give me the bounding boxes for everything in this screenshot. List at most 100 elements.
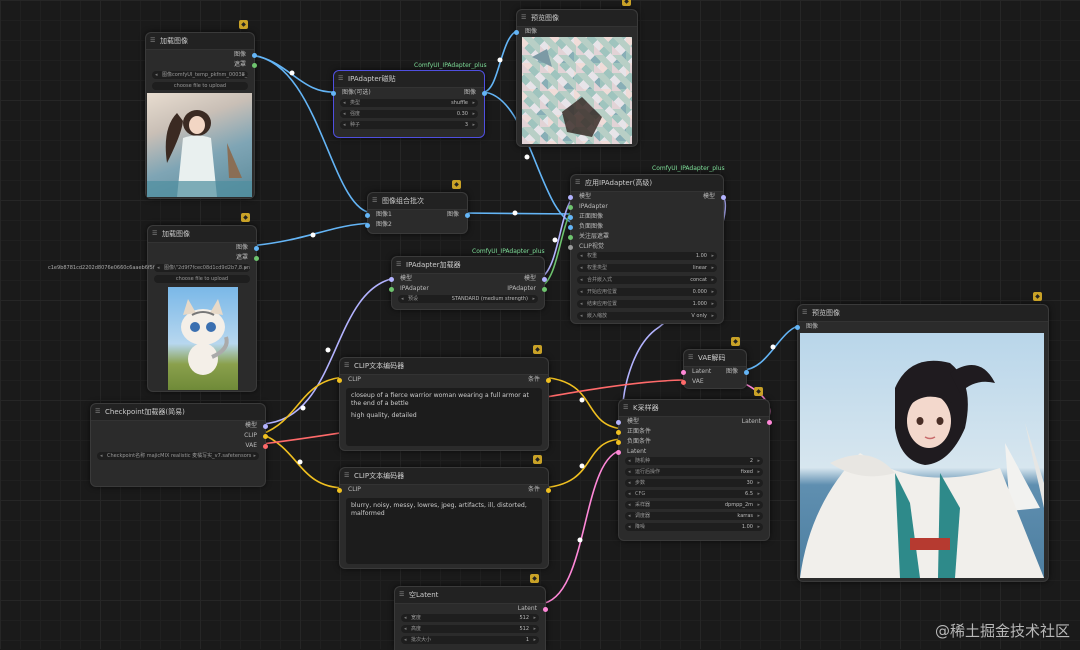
widget-strength[interactable]: 强度0.30 — [340, 110, 478, 118]
input-model[interactable]: 模型 模型 — [568, 192, 726, 202]
output-vae[interactable]: VAE — [91, 441, 268, 451]
input-latent[interactable]: Latent 图像 — [681, 367, 749, 377]
output-model[interactable]: 模型 — [91, 421, 268, 431]
input-model[interactable]: 模型 Latent — [616, 417, 772, 427]
node-title: IPAdapter加载器 — [392, 257, 544, 274]
generated-image-preview — [800, 333, 1044, 578]
input-latent[interactable]: Latent — [616, 447, 769, 457]
loaded-image-preview — [147, 93, 252, 197]
preview-image-node-2[interactable]: ◆ 预览图像 图像 — [795, 292, 1049, 582]
widget-type[interactable]: 类型shuffle — [340, 99, 478, 107]
io-clip[interactable]: CLIP 条件 — [337, 375, 551, 385]
load-image-node-2[interactable]: ◆ 加载图像 图像 遮罩 c1e9b8781cd2202d8076e0660c6… — [48, 213, 259, 392]
empty-latent-node[interactable]: ◆ 空Latent Latent 宽度512 高度512 批次大小1 — [394, 574, 548, 650]
upload-button[interactable]: choose file to upload — [154, 275, 250, 283]
widget-start-at[interactable]: 开始应用位置0.000 — [577, 288, 717, 296]
clip-text-encode-negative[interactable]: ◆ CLIP文本编码器 CLIP条件 blurry, noisy, messy,… — [337, 455, 551, 569]
widget-sampler[interactable]: 采样器dpmpp_2m — [625, 501, 763, 509]
node-source-tag: ComfyUI_IPAdapter_plus — [472, 248, 545, 255]
wire-cond-pos-ks — [539, 376, 624, 430]
input-positive[interactable]: 正面条件 — [616, 427, 769, 437]
output-latent[interactable]: Latent — [395, 604, 548, 614]
image-file-select[interactable]: 图像comfyUI_temp_pkfnm_00038_.png — [152, 71, 248, 79]
wire-cond-neg-ks — [539, 438, 624, 489]
input-image[interactable]: 图像 — [514, 27, 637, 37]
widget-end-at[interactable]: 结束应用位置1.000 — [577, 300, 717, 308]
widget-denoise[interactable]: 降噪1.00 — [625, 523, 763, 531]
widget-scheduler[interactable]: 调度器karras — [625, 512, 763, 520]
io-image[interactable]: 图像(可选) 图像 — [331, 88, 487, 98]
image-batch-node[interactable]: ◆ 图像组合批次 图像1图像 图像2 — [365, 180, 470, 234]
prompt-text: blurry, noisy, messy, lowres, jpeg, arti… — [351, 502, 527, 517]
ipadapter-tile-node[interactable]: IPAdapter磁贴 图像(可选)图像 类型shuffle 强度0.30 种子… — [331, 70, 487, 138]
input-vae[interactable]: VAE — [681, 377, 746, 387]
checkpoint-loader-node[interactable]: Checkpoint加载器(简易) 模型 CLIP VAE Checkpoint… — [90, 403, 268, 487]
upload-button[interactable]: choose file to upload — [152, 82, 248, 90]
widget-control-after[interactable]: 运行后操作fixed — [625, 468, 763, 476]
node-badge-icon: ◆ — [530, 574, 539, 583]
image-file-select[interactable]: 图像\"2d9f7fcec08d1cd9d2b7,8.png — [154, 264, 250, 272]
node-source-tag: ComfyUI_IPAdapter_plus — [652, 165, 725, 172]
input-negative[interactable]: 负面条件 — [616, 437, 769, 447]
node-title: Checkpoint加载器(简易) — [91, 404, 265, 421]
output-mask[interactable]: 遮罩 — [148, 253, 259, 263]
widget-preset[interactable]: 预设STANDARD (medium strength) — [398, 295, 538, 303]
widget-weight[interactable]: 权重1.00 — [577, 252, 717, 260]
widget-batch-size[interactable]: 批次大小1 — [401, 636, 539, 644]
vae-decode-node[interactable]: ◆ VAE解码 Latent图像 VAE — [681, 337, 749, 389]
clip-text-encode-positive[interactable]: ◆ CLIP文本编码器 CLIP条件 closeup of a fierce w… — [337, 345, 551, 451]
node-title: CLIP文本编码器 — [340, 358, 548, 375]
input-image1[interactable]: 图像1 图像 — [365, 210, 470, 220]
node-title: 应用IPAdapter(高级) — [571, 175, 723, 192]
load-image-node-1[interactable]: ◆ 加载图像 图像 遮罩 图像comfyUI_temp_pkfnm_00038_… — [145, 20, 257, 199]
prompt-text-2: high quality, detailed — [351, 412, 417, 419]
output-clip[interactable]: CLIP — [91, 431, 268, 441]
prompt-textarea[interactable]: blurry, noisy, messy, lowres, jpeg, arti… — [346, 498, 542, 564]
node-badge-icon: ◆ — [239, 20, 248, 29]
node-badge-icon: ◆ — [452, 180, 461, 189]
io-clip[interactable]: CLIP 条件 — [337, 485, 551, 495]
loaded-image-preview — [168, 287, 238, 390]
widget-combine-embeds[interactable]: 合并嵌入式concat — [577, 276, 717, 284]
node-title: CLIP文本编码器 — [340, 468, 548, 485]
widget-embeds-scaling[interactable]: 嵌入缩放V only — [577, 312, 717, 320]
ipadapter-advanced-node[interactable]: 应用IPAdapter(高级) 模型模型 IPAdapter 正面图像 负面图像… — [568, 174, 726, 324]
prompt-textarea[interactable]: closeup of a fierce warrior woman wearin… — [346, 388, 542, 446]
widget-width[interactable]: 宽度512 — [401, 614, 539, 622]
input-image[interactable]: 图像 — [795, 322, 1048, 332]
prompt-text: closeup of a fierce warrior woman wearin… — [351, 392, 529, 407]
checkpoint-select[interactable]: Checkpoint名称 majicMIX realistic 麦橘写实_v7.… — [97, 452, 259, 460]
widget-cfg[interactable]: CFG6.5 — [625, 490, 763, 498]
output-image[interactable]: 图像 — [146, 50, 257, 60]
widget-seed[interactable]: 种子3 — [340, 121, 478, 129]
input-positive-image[interactable]: 正面图像 — [568, 212, 723, 222]
widget-height[interactable]: 高度512 — [401, 625, 539, 633]
widget-weight-type[interactable]: 权重类型linear — [577, 264, 717, 272]
tiled-preview-image — [522, 37, 632, 144]
widget-seed[interactable]: 随机种2 — [625, 457, 763, 465]
node-title: K采样器 — [619, 400, 769, 417]
wire-image-batch-positive — [461, 212, 578, 215]
node-badge-icon: ◆ — [533, 345, 542, 354]
node-title: 空Latent — [395, 587, 545, 604]
node-badge-icon: ◆ — [731, 337, 740, 346]
node-title: 加载图像 — [148, 226, 256, 243]
input-attn-mask[interactable]: 关注层遮罩 — [568, 232, 723, 242]
ksampler-node[interactable]: ◆ K采样器 模型Latent 正面条件 负面条件 Latent 随机种2 运行… — [616, 387, 772, 541]
widget-steps[interactable]: 步数30 — [625, 479, 763, 487]
output-image[interactable]: 图像 — [148, 243, 259, 253]
input-clip-vision[interactable]: CLIP视觉 — [568, 242, 723, 252]
input-ipadapter[interactable]: IPAdapter — [568, 202, 723, 212]
input-negative-image[interactable]: 负面图像 — [568, 222, 723, 232]
ipadapter-loader-node[interactable]: IPAdapter加载器 模型模型 IPAdapterIPAdapter 预设S… — [389, 256, 547, 310]
node-title: 预览图像 — [517, 10, 637, 27]
node-badge-icon: ◆ — [533, 455, 542, 464]
preview-image-node-1[interactable]: ◆ 预览图像 图像 — [514, 0, 638, 147]
io-ipadapter[interactable]: IPAdapter IPAdapter — [389, 284, 547, 294]
output-mask[interactable]: 遮罩 — [146, 60, 257, 70]
input-image2[interactable]: 图像2 — [365, 220, 467, 230]
watermark: @稀土掘金技术社区 — [934, 622, 1070, 640]
node-title: IPAdapter磁贴 — [334, 71, 484, 88]
node-badge-icon: ◆ — [1033, 292, 1042, 301]
io-model[interactable]: 模型 模型 — [389, 274, 547, 284]
